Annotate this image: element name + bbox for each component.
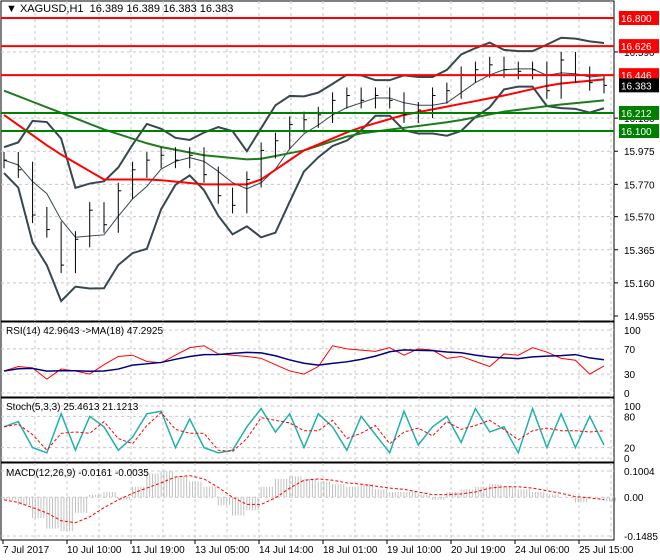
stoch-label: Stoch(5,3,3) 25.4613 21.1213 [6, 402, 139, 413]
macd-label: MACD(12,26,9) -0.0161 -0.0035 [6, 468, 149, 479]
y-tick-label: 15.570 [624, 213, 655, 224]
level-label: 16.800 [621, 14, 652, 25]
metatrader-chart-window: 16.59016.18015.97515.77015.57015.36515.1… [0, 0, 660, 560]
level-label: 16.626 [621, 42, 652, 53]
ohlc-values: 16.389 16.389 16.383 16.383 [89, 3, 234, 15]
stoch-tick-label: 80 [624, 412, 636, 423]
x-tick-label: 10 Jul 10:00 [67, 545, 122, 556]
x-tick-label: 24 Jul 06:00 [515, 545, 570, 556]
rsi-tick-label: 100 [624, 326, 641, 337]
y-tick-label: 15.975 [624, 147, 655, 158]
x-tick-label: 19 Jul 10:00 [387, 545, 442, 556]
chart-title: ▼ XAGUSD,H1 16.389 16.389 16.383 16.383 [6, 3, 233, 15]
rsi-label: RSI(14) 42.9643 ->MA(18) 47.2925 [6, 326, 164, 337]
rsi-tick-label: 30 [624, 370, 636, 381]
macd-tick-label: 0.00 [624, 493, 644, 504]
x-tick-label: 13 Jul 05:00 [195, 545, 250, 556]
rsi-tick-label: 0 [624, 389, 630, 400]
x-tick-label: 14 Jul 14:00 [259, 545, 314, 556]
x-tick-label: 11 Jul 19:00 [131, 545, 185, 556]
stoch-tick-label: 0 [624, 454, 630, 465]
stoch-tick-label: 20 [624, 444, 636, 455]
symbol-label: XAGUSD,H1 [19, 3, 84, 15]
y-tick-label: 15.770 [624, 180, 655, 191]
x-tick-label: 20 Jul 19:00 [451, 545, 506, 556]
level-label: 16.100 [621, 127, 652, 138]
x-tick-label: 7 Jul 2017 [3, 545, 50, 556]
pane-frame-0 [0, 0, 615, 322]
x-tick-label: 18 Jul 01:00 [323, 545, 378, 556]
stoch-tick-label: 100 [624, 402, 641, 413]
macd-tick-label: -0.1485 [624, 532, 658, 543]
x-tick-label: 25 Jul 15:00 [579, 545, 634, 556]
y-tick-label: 15.160 [624, 279, 655, 290]
collapse-arrow-icon[interactable]: ▼ [6, 3, 17, 15]
y-tick-label: 14.955 [624, 312, 655, 323]
rsi-tick-label: 70 [624, 345, 636, 356]
y-tick-label: 15.365 [624, 246, 655, 257]
macd-tick-label: 0.1004 [624, 467, 655, 478]
level-label: 16.212 [621, 109, 652, 120]
current-price-label: 16.383 [621, 81, 652, 92]
